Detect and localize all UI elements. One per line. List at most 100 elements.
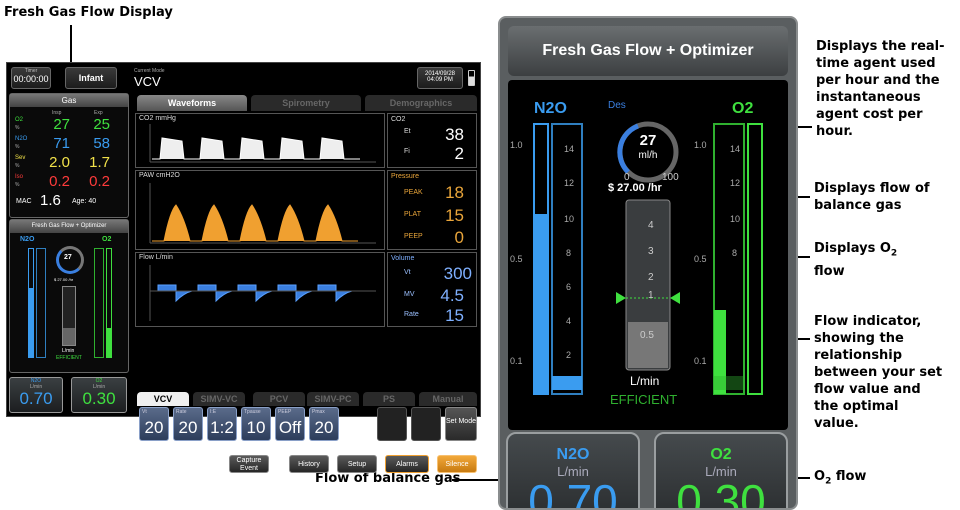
agent-value: 27 xyxy=(639,132,657,149)
gas-row-insp: 0.2 xyxy=(49,173,70,190)
o2-flow-value: 0.30 xyxy=(676,475,766,510)
agent-mini-value: 27 xyxy=(64,254,72,261)
silence-button[interactable]: Silence xyxy=(437,455,477,473)
callout-line-text: Displays the real- xyxy=(816,39,945,54)
current-mode: VCV xyxy=(134,74,161,89)
setting-vt[interactable]: Vt 20 xyxy=(139,407,169,441)
et-label: Et xyxy=(404,128,411,135)
optimizer-fill xyxy=(628,322,668,368)
gas-row-name: Sev xyxy=(15,155,26,161)
alarms-button[interactable]: Alarms xyxy=(385,455,429,473)
callout-line-text: showing the xyxy=(814,331,904,346)
tab-demographics[interactable]: Demographics xyxy=(365,95,477,111)
n2o-scale-indicator xyxy=(552,376,582,390)
mv-label: MV xyxy=(404,291,415,298)
pressure-label: Pressure xyxy=(391,173,420,180)
peak-label: PEAK xyxy=(404,189,423,196)
o2-flow-box[interactable]: O2 L/min 0.30 xyxy=(654,432,788,510)
n2o-tick-2: 2 xyxy=(566,350,572,360)
callout-line-text: Displays flow of xyxy=(814,181,930,196)
big-efficient: EFFICIENT xyxy=(610,392,678,407)
gas-row-insp: 71 xyxy=(53,135,70,152)
n2o-flow-bar-fill xyxy=(535,214,547,394)
setting-label: I:E xyxy=(210,409,217,415)
fgf-mini-efficient: EFFICIENT xyxy=(56,355,82,361)
callout-balance-gas: Displays flow of balance gas xyxy=(814,180,930,214)
o2-tick-14: 14 xyxy=(730,144,741,154)
gas-row-unit: % xyxy=(15,182,20,188)
callout-fresh-gas-flow-display: Fresh Gas Flow Display xyxy=(4,5,173,20)
o2-flow-mini[interactable]: O2 L/min 0.30 xyxy=(71,377,127,413)
gas-row-name: O2 xyxy=(15,117,24,123)
setting-value: 10 xyxy=(246,418,266,437)
n2o-flow-mini[interactable]: N2O L/min 0.70 xyxy=(9,377,63,413)
setting-tpause[interactable]: Tpause 10 xyxy=(241,407,271,441)
dial-max: 100 xyxy=(662,172,679,183)
gas-row: N2O% 71 58 xyxy=(10,135,128,153)
ventilator-screen: Timer 00:00:00 Infant Current Mode VCV 2… xyxy=(6,62,481,473)
callout-line-text: relationship xyxy=(814,348,903,363)
setting-pmax[interactable]: Pmax 20 xyxy=(309,407,339,441)
mode-tab-vcv[interactable]: VCV xyxy=(137,392,189,406)
gas-row-name: N2O xyxy=(15,136,28,142)
callout-flow-indicator: Flow indicator, showing the relationship… xyxy=(814,313,942,432)
mode-tab-manual[interactable]: Manual xyxy=(419,392,477,406)
setting-value: 20 xyxy=(144,418,164,437)
setting-label: Tpause xyxy=(244,409,261,415)
mode-tab-simv-pc[interactable]: SIMV-PC xyxy=(307,392,359,406)
gas-row-unit: % xyxy=(15,163,20,169)
empty-setting-1[interactable] xyxy=(377,407,407,441)
gas-row: Iso% 0.2 0.2 xyxy=(10,173,128,191)
big-o2-label: O2 xyxy=(732,100,754,117)
gas-header: Gas xyxy=(10,94,128,107)
flow-waveform: Flow L/min xyxy=(135,252,385,327)
history-button[interactable]: History xyxy=(289,455,329,473)
n2o-flow-label: N2O xyxy=(556,446,590,463)
fresh-gas-flow-panel: Fresh Gas Flow + Optimizer N2O O2 Des 27… xyxy=(498,16,798,510)
co2-vitals: CO2 Et 38 Fi 2 xyxy=(387,113,477,168)
setting-value: 1:2 xyxy=(210,418,234,437)
setup-button[interactable]: Setup xyxy=(337,455,377,473)
mode-tab-ps[interactable]: PS xyxy=(363,392,415,406)
peak-value: 18 xyxy=(445,183,464,202)
plat-label: PLAT xyxy=(404,211,421,218)
n2o-tick-8: 8 xyxy=(566,248,572,258)
optimizer-marker-left xyxy=(616,292,626,304)
fgf-mini-o2: O2 xyxy=(102,236,112,243)
date-time[interactable]: 2014/09/28 04:09 PM xyxy=(417,67,463,89)
tab-spirometry[interactable]: Spirometry xyxy=(251,95,361,111)
opt-tick-4: 4 xyxy=(648,220,654,231)
setting-peep[interactable]: PEEP Off xyxy=(275,407,305,441)
time: 04:09 PM xyxy=(427,77,453,83)
setting-ie[interactable]: I:E 1:2 xyxy=(207,407,237,441)
set-mode-label: Set Mode xyxy=(446,418,476,425)
callout-line-text: hour. xyxy=(816,124,853,139)
callout-line-text: value. xyxy=(814,416,859,431)
rate-label: Rate xyxy=(404,311,419,318)
tab-waveforms[interactable]: Waveforms xyxy=(137,95,247,111)
setting-rate[interactable]: Rate 20 xyxy=(173,407,203,441)
capture-event-button[interactable]: Capture Event xyxy=(229,455,269,473)
pressure-vitals: Pressure PEAK 18 PLAT 15 PEEP 0 xyxy=(387,170,477,250)
n2o-tick-10: 10 xyxy=(564,214,575,224)
callout-line-text: instantaneous xyxy=(816,90,921,105)
n2o-flow-box[interactable]: N2O L/min 0.70 xyxy=(506,432,640,510)
set-mode-button[interactable]: Set Mode xyxy=(445,407,477,441)
mode-tab-simv-vc[interactable]: SIMV-VC xyxy=(193,392,245,406)
n2o-flow-value: 0.70 xyxy=(528,475,618,510)
callout-agent-cost: Displays the real- time agent used per h… xyxy=(816,38,945,140)
age-label: Age: 40 xyxy=(72,198,97,205)
callout-line-text: balance gas xyxy=(814,198,902,213)
empty-setting-2[interactable] xyxy=(411,407,441,441)
timer[interactable]: Timer 00:00:00 xyxy=(11,67,51,89)
agent-name: Des xyxy=(608,100,626,111)
patient-type-button[interactable]: Infant xyxy=(65,67,117,89)
volume-vitals: Volume Vt 300 MV 4.5 Rate 15 xyxy=(387,252,477,327)
n2o-tick-4: 4 xyxy=(566,316,572,326)
n2o-tick-14: 14 xyxy=(564,144,575,154)
fi-label: Fi xyxy=(404,148,410,155)
mode-tab-pcv[interactable]: PCV xyxy=(253,392,305,406)
callout-text: O xyxy=(814,469,826,484)
peep-label: PEEP xyxy=(404,233,423,240)
paw-waveform-trace xyxy=(149,183,376,244)
